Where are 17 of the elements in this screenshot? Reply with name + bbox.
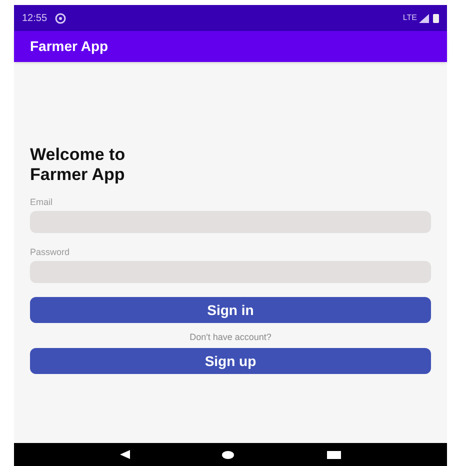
app-title: Farmer App — [30, 37, 108, 56]
signal-icon — [419, 14, 429, 22]
recents-icon[interactable] — [326, 450, 341, 458]
back-icon[interactable] — [120, 450, 130, 459]
status-time: 12:55 — [22, 12, 48, 26]
home-icon[interactable] — [222, 450, 234, 458]
notification-icon — [55, 12, 66, 24]
field-label: Email — [30, 197, 54, 208]
input-field[interactable] — [30, 261, 431, 283]
input-field[interactable] — [30, 211, 431, 233]
sign-up-button[interactable]: Sign up — [30, 348, 431, 374]
account-prompt: Don't have account? — [188, 332, 272, 343]
field-label: Password — [30, 247, 71, 258]
sign-in-button[interactable]: Sign in — [30, 297, 431, 323]
welcome-heading: Welcome to Farmer App — [30, 145, 126, 185]
battery-icon — [433, 13, 439, 23]
network-type: LTE — [402, 12, 417, 24]
